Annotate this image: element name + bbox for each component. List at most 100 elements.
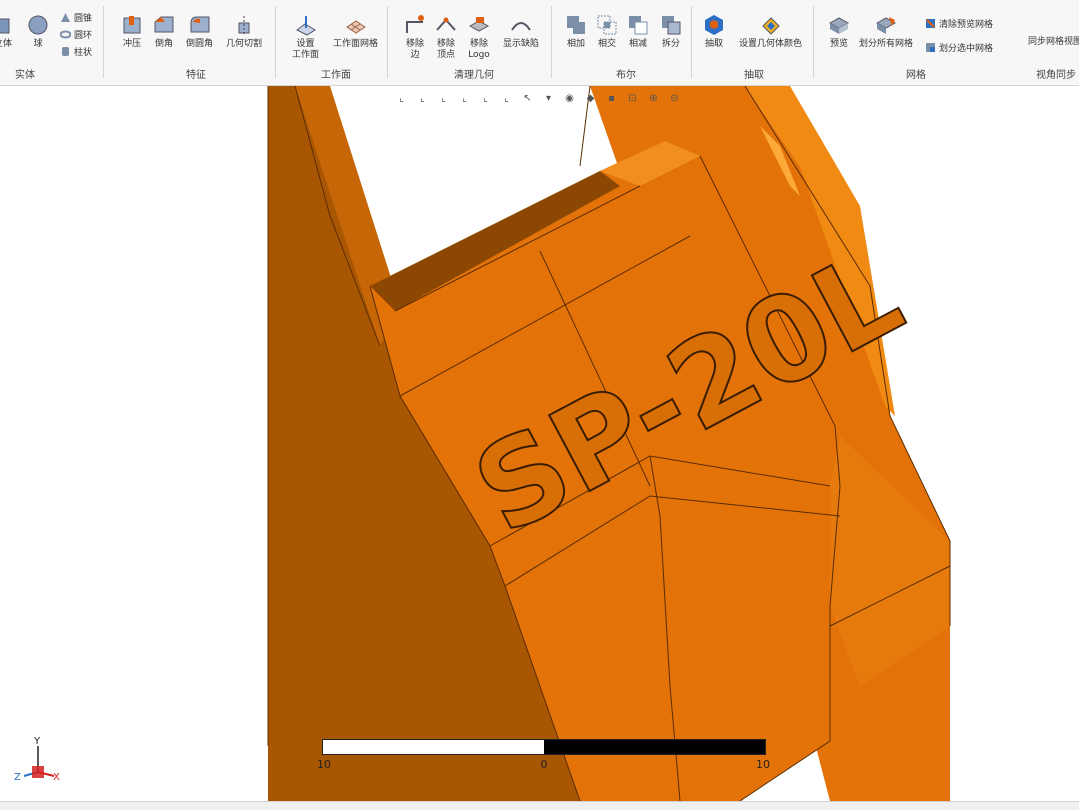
workplane-grid-button[interactable]: 工作面网格 [333, 14, 378, 50]
clear-preview-mesh-label: 清除预览网格 [939, 20, 994, 30]
scale-label-left: 10 [317, 758, 331, 771]
remove-logo-button[interactable]: 移除 Logo [468, 14, 490, 61]
extrude-label: 冲压 [122, 39, 141, 49]
fit-icon[interactable]: ▪ [604, 91, 619, 106]
chamfer-button[interactable]: 倒角 [153, 14, 175, 50]
view-front-icon[interactable]: ⌞ [394, 91, 409, 106]
zoom-in-icon[interactable]: ⊕ [646, 91, 661, 106]
rotate-icon[interactable]: ◉ [562, 91, 577, 106]
scale-bar [322, 739, 766, 755]
cut-label: 几何切割 [226, 39, 263, 49]
box-label: 立体 [0, 39, 12, 49]
paint-bucket-icon [761, 17, 780, 35]
fillet-icon [190, 16, 209, 33]
geometry-cut-button[interactable]: 几何切割 [226, 14, 262, 50]
sync-mesh-view-label: 同步网格视图 [1028, 37, 1079, 47]
remove-logo-label-1: 移除 [469, 39, 488, 49]
show-defects-label: 显示缺陷 [503, 39, 540, 49]
select-icon[interactable]: ▾ [541, 91, 556, 106]
view-back-icon[interactable]: ⌞ [415, 91, 430, 106]
fillet-button[interactable]: 倒圆角 [186, 14, 213, 50]
sync-mesh-view-button[interactable]: 同步网格视图 [1028, 34, 1079, 47]
extract-button[interactable]: 抽取 [703, 14, 725, 50]
show-defects-button[interactable]: 显示缺陷 [503, 14, 539, 50]
cylinder-icon [62, 47, 69, 56]
mesh-selected-button[interactable]: 划分选中网格 [925, 41, 993, 54]
remove-logo-label-2: Logo [468, 50, 490, 60]
view-right-icon[interactable]: ⌞ [457, 91, 472, 106]
extrude-button[interactable]: 冲压 [121, 14, 143, 50]
view-top-icon[interactable]: ⌞ [478, 91, 493, 106]
set-geometry-color-label: 设置几何体颜色 [739, 39, 803, 49]
extrude-icon [123, 16, 141, 34]
boolean-add-label: 相加 [566, 39, 585, 49]
mesh-selected-icon [926, 43, 935, 52]
extract-label: 抽取 [704, 39, 723, 49]
cone-button[interactable]: 圆锥 [60, 11, 92, 24]
show-defects-icon [511, 22, 531, 31]
group-label-viewsync: 视角同步 [1036, 70, 1076, 81]
shade-icon[interactable]: ◆ [583, 91, 598, 106]
grid-icon [345, 20, 366, 34]
cone-label: 圆锥 [74, 14, 93, 24]
zoom-box-icon[interactable]: ⊡ [625, 91, 640, 106]
boolean-split-button[interactable]: 拆分 [660, 14, 682, 50]
boolean-intersect-label: 相交 [597, 39, 616, 49]
ribbon-toolbar: 立体 球 圆锥 圆环 柱状 实体 冲压 倒角 倒圆角 几何切割 特征 设置 工作… [0, 0, 1079, 86]
group-label-cleanup: 清理几何 [454, 70, 494, 81]
view-toolbar: ⌞ ⌞ ⌞ ⌞ ⌞ ⌞ ↖ ▾ ◉ ◆ ▪ ⊡ ⊕ ⊖ [394, 91, 682, 106]
set-geometry-color-button[interactable]: 设置几何体颜色 [739, 14, 802, 50]
mesh-all-label: 划分所有网格 [858, 39, 913, 49]
remove-vertex-button[interactable]: 移除 顶点 [435, 14, 457, 61]
axis-x-label: X [53, 772, 60, 783]
sphere-icon [28, 15, 48, 35]
cut-icon [238, 16, 250, 34]
group-label-solid: 实体 [15, 70, 35, 81]
group-separator [691, 6, 692, 78]
ring-icon [60, 30, 71, 39]
chamfer-label: 倒角 [154, 39, 173, 49]
scale-bar-black [544, 740, 765, 754]
clear-preview-mesh-button[interactable]: 清除预览网格 [925, 17, 993, 30]
view-iso-icon[interactable]: ↖ [520, 91, 535, 106]
remove-edge-label-1: 移除 [405, 39, 424, 49]
axis-y-label: Y [33, 736, 41, 747]
boolean-intersect-icon [597, 15, 617, 35]
boolean-subtract-button[interactable]: 相减 [627, 14, 649, 50]
boolean-intersect-button[interactable]: 相交 [596, 14, 618, 50]
group-separator [387, 6, 388, 78]
group-separator [275, 6, 276, 78]
remove-edge-label-2: 边 [410, 50, 420, 60]
remove-edge-button[interactable]: 移除 边 [404, 14, 426, 61]
workplane-grid-label: 工作面网格 [333, 39, 379, 49]
boolean-add-button[interactable]: 相加 [565, 14, 587, 50]
sphere-button[interactable]: 球 [27, 14, 49, 50]
sphere-label: 球 [33, 39, 43, 49]
group-separator [551, 6, 552, 78]
zoom-out-icon[interactable]: ⊖ [667, 91, 682, 106]
group-label-feature: 特征 [186, 70, 206, 81]
workplane-icon [295, 16, 316, 36]
view-left-icon[interactable]: ⌞ [436, 91, 451, 106]
remove-edge-icon [406, 15, 424, 33]
mesh-all-button[interactable]: 划分所有网格 [846, 14, 926, 50]
set-workplane-button[interactable]: 设置 工作面 [292, 14, 319, 61]
group-label-mesh: 网格 [906, 70, 926, 81]
set-workplane-label-1: 设置 [296, 39, 315, 49]
cone-icon [61, 13, 70, 22]
view-bottom-icon[interactable]: ⌞ [499, 91, 514, 106]
box-button[interactable]: 立体 [0, 14, 14, 50]
remove-vertex-label-1: 移除 [436, 39, 455, 49]
mesh-all-icon [875, 17, 897, 34]
3d-viewport[interactable]: SP-20L ⌞ ⌞ ⌞ ⌞ ⌞ ⌞ ↖ ▾ ◉ ◆ ▪ ⊡ ⊕ ⊖ 10 0 … [0, 86, 1079, 801]
group-label-workplane: 工作面 [321, 70, 351, 81]
group-label-extract: 抽取 [744, 70, 764, 81]
cylinder-button[interactable]: 柱状 [60, 45, 92, 58]
boolean-subtract-label: 相减 [628, 39, 647, 49]
ring-button[interactable]: 圆环 [60, 28, 92, 41]
fillet-label: 倒圆角 [186, 39, 214, 49]
group-separator [813, 6, 814, 78]
extract-icon [705, 15, 723, 35]
axis-z-label: Z [14, 772, 21, 783]
remove-vertex-label-2: 顶点 [436, 50, 455, 60]
